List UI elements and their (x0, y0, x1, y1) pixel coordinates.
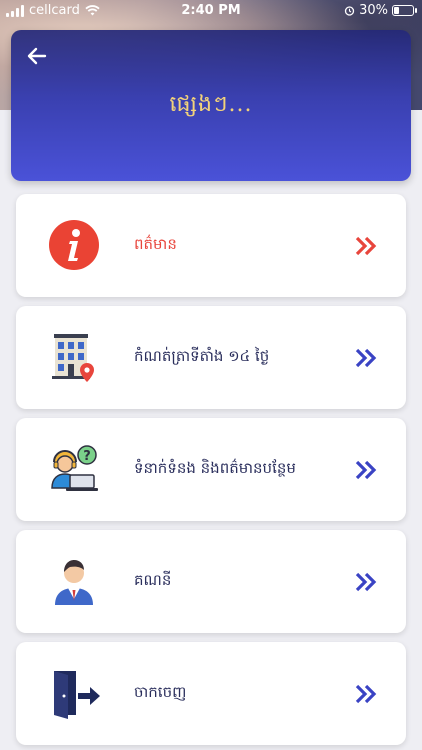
info-icon (49, 220, 99, 270)
menu-item-label: ពត៌មាន (134, 234, 177, 253)
arrow-left-icon (27, 47, 47, 65)
battery-level (394, 7, 400, 14)
status-right: 30% (344, 3, 417, 18)
menu-item-contact[interactable]: ? ទំនាក់ទំនង និងពត៌មានបន្ថែម (16, 418, 406, 521)
back-button[interactable] (25, 44, 49, 68)
header-card: ផ្សេងៗ... (11, 30, 411, 181)
building-location-icon (52, 334, 94, 382)
logout-icon (54, 671, 100, 719)
menu-item-label: ទំនាក់ទំនង និងពត៌មានបន្ថែម (134, 458, 296, 477)
double-chevron-right-icon (355, 348, 377, 367)
menu-item-info[interactable]: ពត៌មាន (16, 194, 406, 297)
menu-item-label: ចាកចេញ (134, 682, 187, 701)
menu-item-label: គណនី (134, 570, 172, 589)
menu-item-logout[interactable]: ចាកចេញ (16, 642, 406, 745)
page-title: ផ្សេងៗ... (169, 92, 253, 117)
battery-percentage: 30% (359, 3, 388, 18)
alarm-icon (344, 6, 355, 16)
menu-item-label: កំណត់ត្រាទីតាំង ១៤ ថ្ងៃ (134, 346, 270, 365)
status-bar: cellcard 2:40 PM 30% (0, 0, 422, 22)
double-chevron-right-icon (355, 684, 377, 703)
battery-icon (392, 5, 417, 16)
support-agent-icon: ? (51, 445, 98, 491)
user-account-icon (55, 560, 93, 605)
menu-item-location-record[interactable]: កំណត់ត្រាទីតាំង ១៤ ថ្ងៃ (16, 306, 406, 409)
menu-item-account[interactable]: គណនី (16, 530, 406, 633)
svg-text:?: ? (83, 449, 91, 464)
double-chevron-right-icon (355, 236, 377, 255)
double-chevron-right-icon (355, 460, 377, 479)
double-chevron-right-icon (355, 572, 377, 591)
